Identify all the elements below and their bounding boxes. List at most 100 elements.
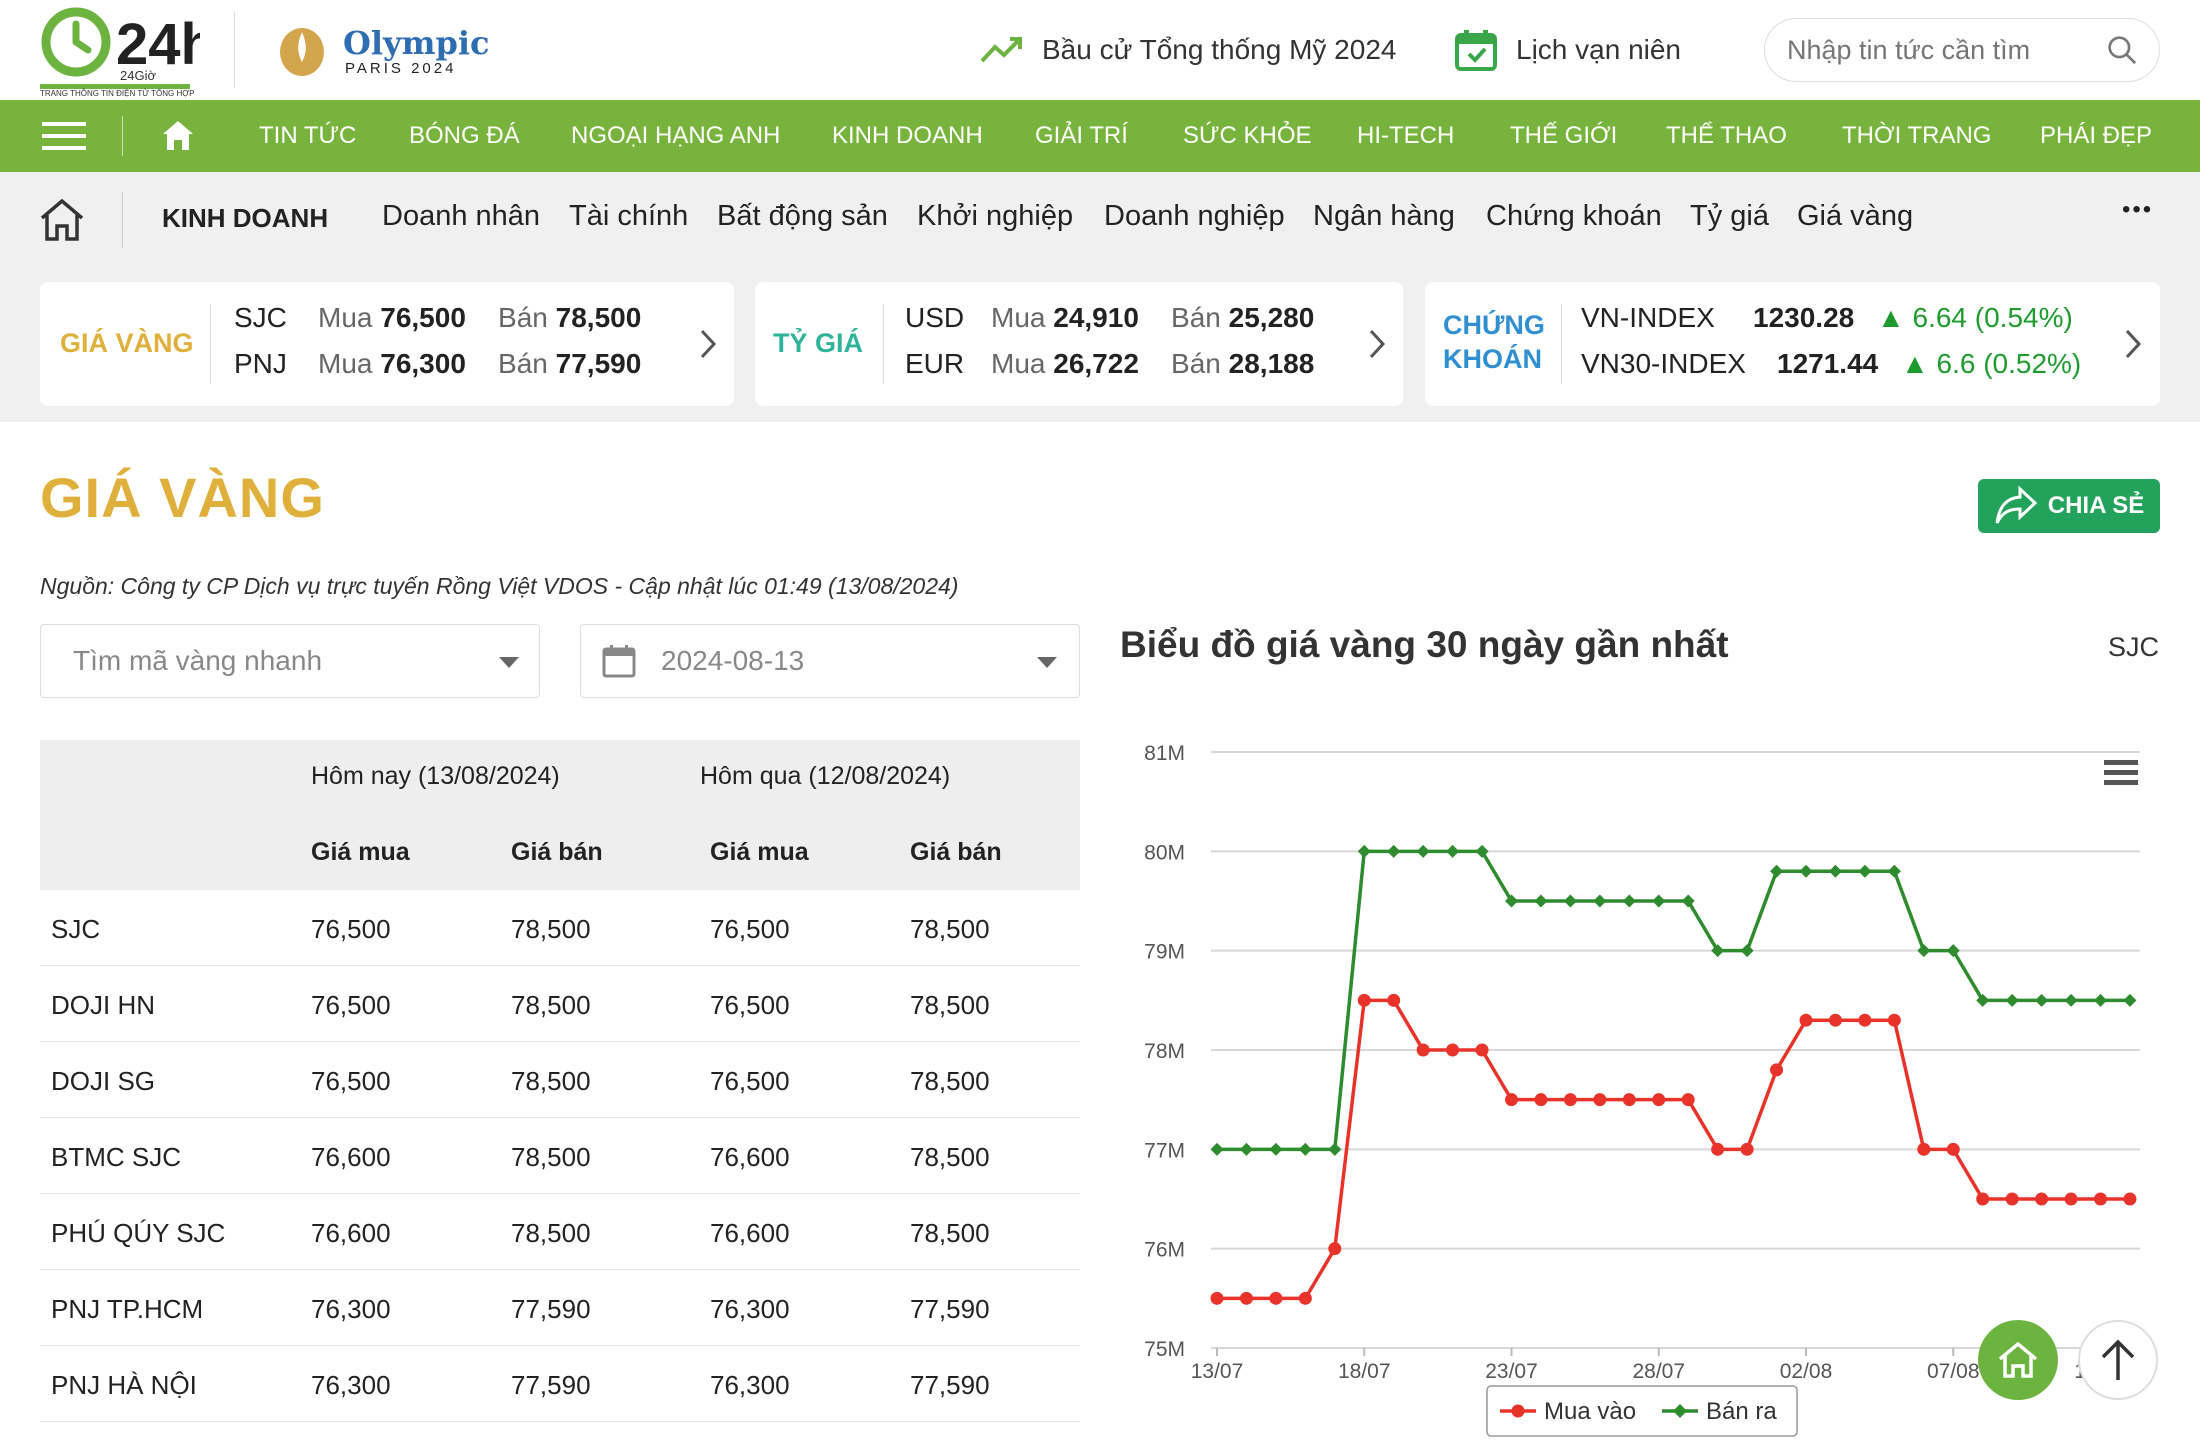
data-point [1563,1093,1577,1107]
more-icon[interactable]: ••• [2122,196,2153,224]
nav-ngoai-hang-anh[interactable]: NGOẠI HẠNG ANH [571,122,780,150]
home-outline-icon[interactable] [38,196,86,244]
row-price: 76,500 [710,914,790,944]
y-tick-label: 80M [1144,841,1185,864]
data-point [1858,864,1872,878]
search-input[interactable] [1787,34,2107,66]
sub-chung-khoan[interactable]: Chứng khoán [1486,200,1662,233]
site-header: 24h 24Giờ TRANG THÔNG TIN ĐIỆN TỬ TỔNG H… [0,0,2200,100]
data-point [1799,864,1813,878]
nav-phai-dep[interactable]: PHÁI ĐẸP [2040,122,2152,150]
nav-suc-khoe[interactable]: SỨC KHỎE [1183,122,1312,150]
nav-tin-tuc[interactable]: TIN TỨC [259,122,356,150]
olympic-title: Olympic [343,24,490,62]
data-point [1917,944,1931,958]
menu-icon[interactable] [42,122,86,150]
site-logo[interactable]: 24h 24Giờ TRANG THÔNG TIN ĐIỆN TỬ TỔNG H… [40,4,216,98]
floating-home-button[interactable] [1978,1320,2058,1400]
data-point [1446,1043,1460,1057]
olympic-sub: PARIS 2024 [345,60,457,77]
data-point [1416,844,1430,858]
fx-card[interactable]: TỶ GIÁ USD Mua 24,910 Bán 25,280 EUR Mua 2… [755,282,1403,406]
nav-kinh-doanh[interactable]: KINH DOANH [832,122,983,150]
olympic-logo[interactable]: Olympic PARIS 2024 [275,22,490,82]
row-price: 78,500 [910,914,990,944]
row-name: DOJI HN [51,990,155,1020]
data-point [1652,1093,1666,1107]
data-point [1770,864,1784,878]
row-price: 78,500 [910,1142,990,1172]
data-point [1887,864,1901,878]
x-tick-label: 02/08 [1780,1360,1833,1383]
header-search[interactable] [1764,18,2160,82]
date-picker[interactable]: 2024-08-13 [580,624,1080,698]
chevron-right-icon[interactable] [698,328,718,360]
gold-row-sjc: SJC Mua 76,500 Bán 78,500 [234,302,642,333]
data-point [1770,1063,1784,1077]
row-price: 78,500 [511,1066,591,1096]
gold-code-select[interactable]: Tìm mã vàng nhanh [40,624,540,698]
nav-giai-tri[interactable]: GIẢI TRÍ [1035,122,1128,150]
nav-the-thao[interactable]: THỂ THAO [1666,122,1787,150]
data-point [1210,1291,1224,1305]
data-point [1711,1142,1725,1156]
stock-card-label-1: CHỨNG [1443,310,1545,340]
share-icon [1995,485,2037,524]
calendar-link[interactable]: Lịch vạn niên [1454,28,1681,72]
chevron-right-icon[interactable] [1367,328,1387,360]
row-price: 78,500 [910,990,990,1020]
row-price: 78,500 [910,1218,990,1248]
sub-ty-gia[interactable]: Tỷ giá [1690,200,1769,233]
header-buy-today: Giá mua [311,838,410,866]
nav-the-gioi[interactable]: THẾ GIỚI [1510,122,1617,150]
sub-doanh-nghiep[interactable]: Doanh nghiệp [1104,200,1285,233]
share-label: CHIA SẺ [2047,492,2145,519]
legend-marker [1511,1404,1525,1418]
data-point [1740,1142,1754,1156]
data-point [1622,894,1636,908]
chart-selector[interactable]: SJC [2108,632,2159,663]
fx-card-label: TỶ GIÁ [773,328,864,358]
data-point [1976,1192,1990,1206]
sub-khoi-nghiep[interactable]: Khởi nghiệp [917,200,1073,233]
data-point [1593,1093,1607,1107]
sub-tai-chinh[interactable]: Tài chính [569,200,688,233]
nav-hi-tech[interactable]: HI-TECH [1357,122,1454,150]
stock-row-vnindex: VN-INDEX 1230.28 ▲ 6.64 (0.54%) [1581,302,2073,333]
y-tick-label: 81M [1144,742,1185,765]
stock-card[interactable]: CHỨNG KHOÁN VN-INDEX 1230.28 ▲ 6.64 (0.54%… [1425,282,2160,406]
x-tick-label: 07/08 [1927,1360,1980,1383]
row-price: 76,600 [710,1218,790,1248]
us-election-link[interactable]: Bầu cử Tổng thống Mỹ 2024 [980,28,1396,72]
gold-card[interactable]: GIÁ VÀNG SJC Mua 76,500 Bán 78,500 PNJ Mua… [40,282,734,406]
logo-sub: 24Giờ [120,68,156,83]
data-point [1534,1093,1548,1107]
row-name: PNJ HÀ NỘI [51,1370,197,1400]
us-election-label: Bầu cử Tổng thống Mỹ 2024 [1042,34,1397,65]
row-price: 76,300 [710,1370,790,1400]
header-buy-yesterday: Giá mua [710,838,809,866]
scroll-top-button[interactable] [2078,1320,2158,1400]
table-row: PHÚ QÚY SJC 76,600 78,500 76,600 78,500 [40,1194,1080,1270]
data-point [1858,1013,1872,1027]
gold-card-label: GIÁ VÀNG [60,328,194,358]
sub-doanh-nhan[interactable]: Doanh nhân [382,200,540,233]
data-point [1446,844,1460,858]
row-name: BTMC SJC [51,1142,181,1172]
row-price: 76,300 [311,1370,391,1400]
nav-bong-da[interactable]: BÓNG ĐÁ [409,122,520,150]
search-icon[interactable] [2107,33,2137,67]
table-row: SJC 76,500 78,500 76,500 78,500 [40,890,1080,966]
home-icon[interactable] [160,117,196,153]
sub-section-title[interactable]: KINH DOANH [162,203,328,234]
sub-bat-dong-san[interactable]: Bất động sản [717,200,888,233]
nav-thoi-trang[interactable]: THỜI TRANG [1842,122,1991,150]
row-price: 76,300 [311,1294,391,1324]
data-point [2123,1192,2137,1206]
sub-ngan-hang[interactable]: Ngân hàng [1313,200,1455,233]
row-price: 76,600 [710,1142,790,1172]
share-button[interactable]: CHIA SẺ [1978,479,2160,533]
home-icon [1998,1341,2038,1378]
sub-gia-vang[interactable]: Giá vàng [1797,200,1913,233]
chevron-right-icon[interactable] [2123,328,2143,360]
